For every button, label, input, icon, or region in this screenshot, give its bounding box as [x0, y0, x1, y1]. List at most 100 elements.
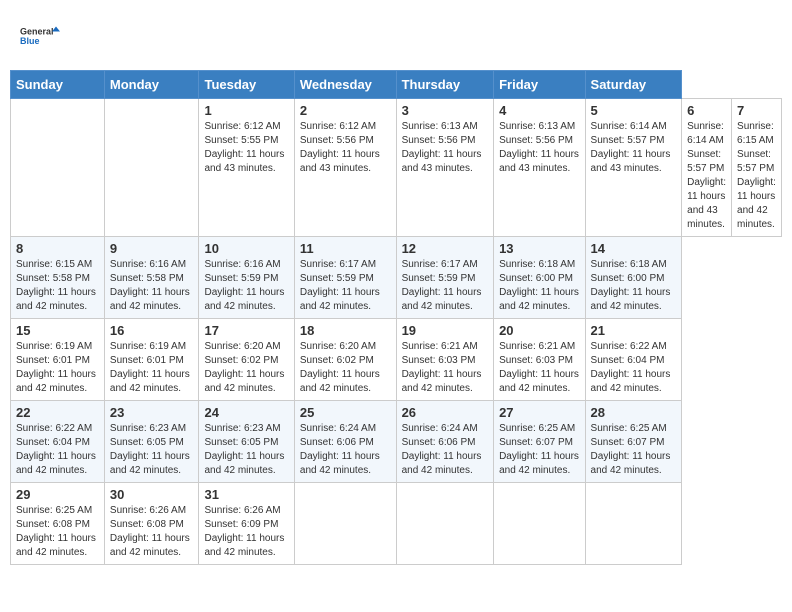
day-info: Sunrise: 6:20 AM Sunset: 6:02 PM Dayligh… — [300, 340, 391, 396]
day-number: 15 — [16, 323, 99, 338]
day-info: Sunrise: 6:15 AM Sunset: 5:57 PM Dayligh… — [737, 120, 776, 232]
day-number: 3 — [402, 103, 489, 118]
calendar-day-cell: 14 Sunrise: 6:18 AM Sunset: 6:00 PM Dayl… — [585, 237, 682, 319]
day-info: Sunrise: 6:22 AM Sunset: 6:04 PM Dayligh… — [16, 422, 99, 478]
day-info: Sunrise: 6:23 AM Sunset: 6:05 PM Dayligh… — [110, 422, 194, 478]
calendar-day-cell: 21 Sunrise: 6:22 AM Sunset: 6:04 PM Dayl… — [585, 319, 682, 401]
weekday-header-sunday: Sunday — [11, 71, 105, 99]
day-info: Sunrise: 6:18 AM Sunset: 6:00 PM Dayligh… — [499, 258, 579, 314]
weekday-header-row: SundayMondayTuesdayWednesdayThursdayFrid… — [11, 71, 782, 99]
day-number: 19 — [402, 323, 489, 338]
calendar-day-cell: 23 Sunrise: 6:23 AM Sunset: 6:05 PM Dayl… — [104, 401, 199, 483]
week-row-2: 8 Sunrise: 6:15 AM Sunset: 5:58 PM Dayli… — [11, 237, 782, 319]
day-number: 5 — [591, 103, 677, 118]
week-row-4: 22 Sunrise: 6:22 AM Sunset: 6:04 PM Dayl… — [11, 401, 782, 483]
day-number: 24 — [204, 405, 288, 420]
day-info: Sunrise: 6:21 AM Sunset: 6:03 PM Dayligh… — [402, 340, 489, 396]
calendar-day-cell — [294, 483, 396, 565]
day-info: Sunrise: 6:25 AM Sunset: 6:07 PM Dayligh… — [591, 422, 677, 478]
calendar-day-cell: 26 Sunrise: 6:24 AM Sunset: 6:06 PM Dayl… — [396, 401, 494, 483]
day-number: 26 — [402, 405, 489, 420]
logo: General Blue — [20, 15, 60, 57]
day-info: Sunrise: 6:14 AM Sunset: 5:57 PM Dayligh… — [687, 120, 726, 232]
day-info: Sunrise: 6:21 AM Sunset: 6:03 PM Dayligh… — [499, 340, 579, 396]
day-info: Sunrise: 6:25 AM Sunset: 6:08 PM Dayligh… — [16, 504, 99, 560]
week-row-5: 29 Sunrise: 6:25 AM Sunset: 6:08 PM Dayl… — [11, 483, 782, 565]
calendar-day-cell: 17 Sunrise: 6:20 AM Sunset: 6:02 PM Dayl… — [199, 319, 294, 401]
day-number: 17 — [204, 323, 288, 338]
calendar-day-cell: 8 Sunrise: 6:15 AM Sunset: 5:58 PM Dayli… — [11, 237, 105, 319]
day-info: Sunrise: 6:25 AM Sunset: 6:07 PM Dayligh… — [499, 422, 579, 478]
calendar-day-cell: 9 Sunrise: 6:16 AM Sunset: 5:58 PM Dayli… — [104, 237, 199, 319]
day-info: Sunrise: 6:24 AM Sunset: 6:06 PM Dayligh… — [402, 422, 489, 478]
empty-cell — [11, 99, 105, 237]
logo-container: General Blue — [20, 15, 60, 57]
week-row-1: 1 Sunrise: 6:12 AM Sunset: 5:55 PM Dayli… — [11, 99, 782, 237]
day-info: Sunrise: 6:20 AM Sunset: 6:02 PM Dayligh… — [204, 340, 288, 396]
day-number: 20 — [499, 323, 579, 338]
day-number: 23 — [110, 405, 194, 420]
day-number: 18 — [300, 323, 391, 338]
day-info: Sunrise: 6:14 AM Sunset: 5:57 PM Dayligh… — [591, 120, 677, 176]
logo-svg: General Blue — [20, 15, 60, 57]
weekday-header-tuesday: Tuesday — [199, 71, 294, 99]
day-number: 9 — [110, 241, 194, 256]
day-info: Sunrise: 6:19 AM Sunset: 6:01 PM Dayligh… — [16, 340, 99, 396]
day-number: 27 — [499, 405, 579, 420]
day-info: Sunrise: 6:16 AM Sunset: 5:59 PM Dayligh… — [204, 258, 288, 314]
day-number: 2 — [300, 103, 391, 118]
calendar-table: SundayMondayTuesdayWednesdayThursdayFrid… — [10, 70, 782, 565]
day-info: Sunrise: 6:19 AM Sunset: 6:01 PM Dayligh… — [110, 340, 194, 396]
calendar-day-cell — [585, 483, 682, 565]
day-number: 25 — [300, 405, 391, 420]
calendar-day-cell: 29 Sunrise: 6:25 AM Sunset: 6:08 PM Dayl… — [11, 483, 105, 565]
calendar-day-cell: 11 Sunrise: 6:17 AM Sunset: 5:59 PM Dayl… — [294, 237, 396, 319]
day-info: Sunrise: 6:22 AM Sunset: 6:04 PM Dayligh… — [591, 340, 677, 396]
calendar-day-cell: 18 Sunrise: 6:20 AM Sunset: 6:02 PM Dayl… — [294, 319, 396, 401]
day-info: Sunrise: 6:12 AM Sunset: 5:56 PM Dayligh… — [300, 120, 391, 176]
day-info: Sunrise: 6:26 AM Sunset: 6:08 PM Dayligh… — [110, 504, 194, 560]
weekday-header-thursday: Thursday — [396, 71, 494, 99]
calendar-day-cell: 19 Sunrise: 6:21 AM Sunset: 6:03 PM Dayl… — [396, 319, 494, 401]
day-number: 22 — [16, 405, 99, 420]
day-number: 13 — [499, 241, 579, 256]
calendar-day-cell: 1 Sunrise: 6:12 AM Sunset: 5:55 PM Dayli… — [199, 99, 294, 237]
day-number: 8 — [16, 241, 99, 256]
day-number: 12 — [402, 241, 489, 256]
day-info: Sunrise: 6:17 AM Sunset: 5:59 PM Dayligh… — [402, 258, 489, 314]
day-number: 29 — [16, 487, 99, 502]
weekday-header-monday: Monday — [104, 71, 199, 99]
day-number: 30 — [110, 487, 194, 502]
calendar-day-cell: 30 Sunrise: 6:26 AM Sunset: 6:08 PM Dayl… — [104, 483, 199, 565]
day-info: Sunrise: 6:13 AM Sunset: 5:56 PM Dayligh… — [402, 120, 489, 176]
day-number: 1 — [204, 103, 288, 118]
day-number: 11 — [300, 241, 391, 256]
day-info: Sunrise: 6:17 AM Sunset: 5:59 PM Dayligh… — [300, 258, 391, 314]
weekday-header-wednesday: Wednesday — [294, 71, 396, 99]
calendar-day-cell: 31 Sunrise: 6:26 AM Sunset: 6:09 PM Dayl… — [199, 483, 294, 565]
calendar-day-cell: 10 Sunrise: 6:16 AM Sunset: 5:59 PM Dayl… — [199, 237, 294, 319]
calendar-day-cell — [396, 483, 494, 565]
week-row-3: 15 Sunrise: 6:19 AM Sunset: 6:01 PM Dayl… — [11, 319, 782, 401]
calendar-day-cell: 16 Sunrise: 6:19 AM Sunset: 6:01 PM Dayl… — [104, 319, 199, 401]
day-info: Sunrise: 6:12 AM Sunset: 5:55 PM Dayligh… — [204, 120, 288, 176]
page-header: General Blue — [10, 10, 782, 62]
calendar-day-cell: 4 Sunrise: 6:13 AM Sunset: 5:56 PM Dayli… — [494, 99, 585, 237]
weekday-header-friday: Friday — [494, 71, 585, 99]
calendar-day-cell: 2 Sunrise: 6:12 AM Sunset: 5:56 PM Dayli… — [294, 99, 396, 237]
calendar-day-cell: 13 Sunrise: 6:18 AM Sunset: 6:00 PM Dayl… — [494, 237, 585, 319]
calendar-day-cell — [494, 483, 585, 565]
calendar-day-cell: 22 Sunrise: 6:22 AM Sunset: 6:04 PM Dayl… — [11, 401, 105, 483]
day-info: Sunrise: 6:16 AM Sunset: 5:58 PM Dayligh… — [110, 258, 194, 314]
calendar-day-cell: 6 Sunrise: 6:14 AM Sunset: 5:57 PM Dayli… — [682, 99, 732, 237]
calendar-day-cell: 12 Sunrise: 6:17 AM Sunset: 5:59 PM Dayl… — [396, 237, 494, 319]
calendar-day-cell: 15 Sunrise: 6:19 AM Sunset: 6:01 PM Dayl… — [11, 319, 105, 401]
day-number: 4 — [499, 103, 579, 118]
calendar-day-cell: 25 Sunrise: 6:24 AM Sunset: 6:06 PM Dayl… — [294, 401, 396, 483]
calendar-day-cell: 20 Sunrise: 6:21 AM Sunset: 6:03 PM Dayl… — [494, 319, 585, 401]
calendar-day-cell: 24 Sunrise: 6:23 AM Sunset: 6:05 PM Dayl… — [199, 401, 294, 483]
svg-text:General: General — [20, 27, 54, 37]
day-info: Sunrise: 6:26 AM Sunset: 6:09 PM Dayligh… — [204, 504, 288, 560]
day-number: 28 — [591, 405, 677, 420]
empty-cell — [104, 99, 199, 237]
